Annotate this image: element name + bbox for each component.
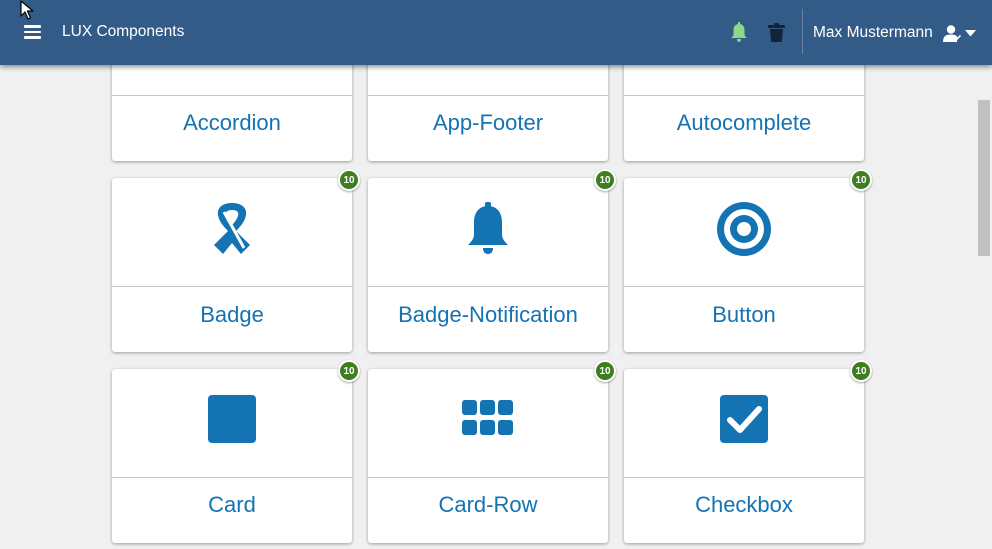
component-card-badge-notification[interactable]: Badge-Notification 10 xyxy=(368,169,616,352)
count-badge: 10 xyxy=(850,360,872,382)
header-divider xyxy=(802,9,803,54)
card-icon-area xyxy=(112,369,352,477)
card-label: Checkbox xyxy=(695,492,793,517)
count-badge: 10 xyxy=(850,169,872,191)
card-label: App-Footer xyxy=(432,110,544,135)
card-divider xyxy=(368,477,608,478)
scrollbar-thumb[interactable] xyxy=(978,100,990,256)
card-label: Button xyxy=(712,302,776,327)
card-divider xyxy=(112,477,352,478)
card-label: Badge-Notification xyxy=(398,302,578,327)
card-divider xyxy=(624,95,864,96)
card-divider xyxy=(112,286,352,287)
count-badge: 10 xyxy=(338,360,360,382)
user-icon xyxy=(942,24,961,42)
count-badge: 10 xyxy=(338,169,360,191)
card-divider xyxy=(368,286,608,287)
card-divider xyxy=(624,477,864,478)
component-card-button[interactable]: Button 10 xyxy=(624,169,872,352)
component-card-accordion[interactable]: Accordion xyxy=(112,50,352,161)
component-grid: Accordion App-Footer Autocomplete Badge … xyxy=(0,0,992,549)
card-icon-area xyxy=(112,178,352,286)
hamburger-menu-icon[interactable] xyxy=(24,25,41,39)
user-menu[interactable]: Max Mustermann xyxy=(813,22,976,44)
card-divider xyxy=(624,286,864,287)
component-card-badge[interactable]: Badge 10 xyxy=(112,169,360,352)
user-name: Max Mustermann xyxy=(813,24,933,41)
card-label: Autocomplete xyxy=(676,110,812,135)
square-icon xyxy=(208,395,256,443)
target-icon xyxy=(717,202,771,256)
notification-bell-icon[interactable] xyxy=(730,22,748,42)
card-icon-area xyxy=(624,369,864,477)
caret-down-icon xyxy=(964,29,976,36)
card-icon-area xyxy=(368,178,608,286)
mouse-cursor-icon xyxy=(20,0,34,20)
app-header: LUX Components Max Mustermann xyxy=(0,0,992,65)
card-label: Card xyxy=(208,492,256,517)
count-badge: 10 xyxy=(594,360,616,382)
bell-icon xyxy=(468,202,508,254)
count-badge: 10 xyxy=(594,169,616,191)
card-label: Card-Row xyxy=(438,492,538,517)
card-divider xyxy=(368,95,608,96)
trash-icon[interactable] xyxy=(768,23,785,42)
component-card-checkbox[interactable]: Checkbox 10 xyxy=(624,360,872,543)
component-card-app-footer[interactable]: App-Footer xyxy=(368,50,608,161)
card-label: Badge xyxy=(200,302,264,327)
card-icon-area xyxy=(624,178,864,286)
card-icon-area xyxy=(368,369,608,477)
app-title: LUX Components xyxy=(62,23,185,40)
checkbox-icon xyxy=(720,395,768,443)
card-label: Accordion xyxy=(183,110,281,135)
grid-icon xyxy=(462,400,513,435)
component-card-card-row[interactable]: Card-Row 10 xyxy=(368,360,616,543)
ribbon-icon xyxy=(214,203,250,254)
card-divider xyxy=(112,95,352,96)
component-card-autocomplete[interactable]: Autocomplete xyxy=(624,50,864,161)
component-card-card[interactable]: Card 10 xyxy=(112,360,360,543)
